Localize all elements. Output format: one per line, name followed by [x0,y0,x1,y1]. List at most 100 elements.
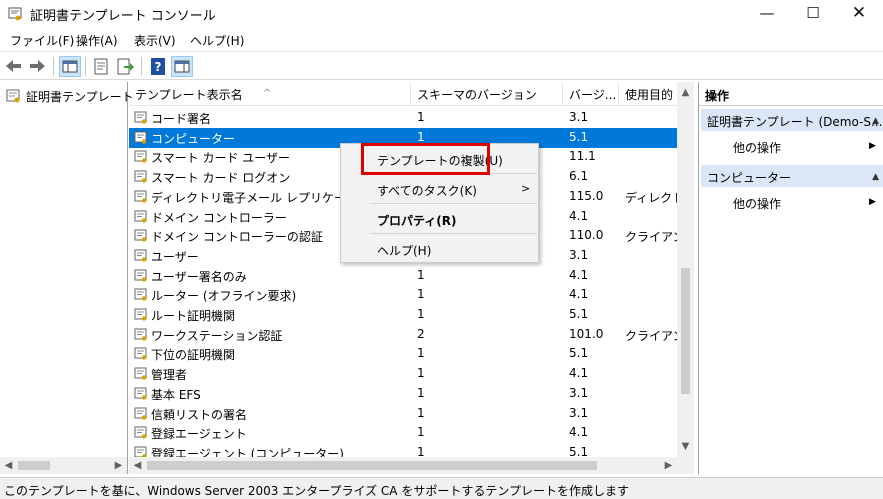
help-book-icon: ? [151,58,165,75]
menu-item-properties[interactable]: プロパティ(R) [377,212,457,229]
export-list-button[interactable] [114,56,136,77]
certificate-template-icon [134,426,147,439]
table-row[interactable]: コード署名 1 3.1 [129,108,677,128]
certificate-template-icon [134,111,147,124]
certificate-template-icon [134,407,147,420]
column-header-version[interactable]: バージ... [563,82,619,106]
scroll-right-arrow-icon[interactable]: ▶ [660,458,677,473]
menu-view[interactable]: 表示(V) [134,32,176,49]
minimize-button[interactable]: — [744,0,790,28]
maximize-button[interactable]: ☐ [790,0,836,28]
list-horizontal-scrollbar[interactable]: ◀ ▶ [129,457,677,474]
schema-version-cell: 1 [417,385,425,400]
table-row[interactable]: ルーター (オフライン要求) 1 4.1 [129,285,677,305]
list-vertical-scrollbar[interactable]: ▲ ▼ [677,82,694,457]
more-actions-link[interactable]: 他の操作 [733,195,781,212]
version-cell: 3.1 [569,247,589,262]
title-bar: 証明書テンプレート コンソール — ☐ ✕ [0,0,883,28]
certificate-template-icon [134,249,147,262]
window-title: 証明書テンプレート コンソール [30,9,216,24]
certificate-template-icon [134,150,147,164]
back-button[interactable] [3,56,25,77]
column-header-intended-purpose[interactable]: 使用目的 [619,82,677,106]
close-button[interactable]: ✕ [836,0,882,28]
table-row[interactable]: 基本 EFS 1 3.1 [129,384,677,404]
template-name-cell: 管理者 [151,368,188,383]
version-cell: 115.0 [569,188,604,203]
action-section-label: 証明書テンプレート (Demo-S... [707,115,883,129]
more-actions-link[interactable]: 他の操作 [733,139,781,156]
list-scroll-thumb[interactable] [681,268,690,394]
action-pane-title: 操作 [699,82,883,106]
tree-horizontal-scrollbar[interactable]: ◀ ▶ [0,457,127,474]
scroll-down-arrow-icon[interactable]: ▼ [677,439,694,454]
properties-toolbar-button[interactable] [90,56,112,77]
collapse-caret-icon[interactable]: ▲ [872,172,879,182]
version-cell: 5.1 [569,129,589,144]
template-name-cell: 下位の証明機関 [151,348,236,363]
version-cell: 11.1 [569,149,596,164]
export-icon [117,58,134,75]
toolbar-separator [53,57,54,76]
properties-icon [94,58,108,75]
version-cell: 101.0 [569,326,604,341]
show-hide-console-tree-button[interactable] [59,56,81,77]
certificate-template-icon [134,387,147,400]
template-name-cell: ユーザー署名のみ [151,269,247,284]
scroll-left-arrow-icon[interactable]: ◀ [0,458,17,473]
version-cell: 3.1 [569,405,589,420]
certificate-template-icon [134,229,147,242]
table-row[interactable]: ワークステーション認証 2 101.0 クライアント [129,325,677,345]
menu-item-help[interactable]: ヘルプ(H) [377,242,431,259]
version-cell: 110.0 [569,228,604,243]
show-hide-action-pane-button[interactable] [171,56,193,77]
table-row[interactable]: 下位の証明機関 1 5.1 [129,344,677,364]
template-name-cell: ワークステーション認証 [151,328,283,343]
version-cell: 4.1 [569,425,589,440]
table-row[interactable]: 信頼リストの署名 1 3.1 [129,404,677,424]
menu-separator [371,233,537,234]
status-bar: このテンプレートを基に、Windows Server 2003 エンタープライズ… [0,477,883,499]
table-row[interactable]: ユーザー署名のみ 1 4.1 [129,266,677,286]
menu-help[interactable]: ヘルプ(H) [190,32,244,49]
table-row[interactable]: ルート証明機関 1 5.1 [129,305,677,325]
table-row[interactable]: 登録エージェント 1 4.1 [129,423,677,443]
table-row[interactable]: 管理者 1 4.1 [129,364,677,384]
action-section-computer[interactable]: コンピューター ▲ [701,165,883,187]
menu-file[interactable]: ファイル(F) [10,32,74,49]
intended-purpose-cell: ディレクトリ [625,190,677,205]
template-name-cell: 信頼リストの署名 [151,407,248,422]
certificate-template-icon [134,308,147,321]
intended-purpose-cell: クライアント [625,328,677,343]
schema-version-cell: 1 [417,425,425,440]
menu-action[interactable]: 操作(A) [76,32,118,49]
scroll-up-arrow-icon[interactable]: ▲ [677,85,694,100]
collapse-caret-icon[interactable]: ▲ [872,116,879,126]
scrollbar-corner [677,457,694,474]
console-tree-icon [62,60,78,73]
certificate-template-icon [134,190,147,203]
version-cell: 3.1 [569,385,589,400]
certificate-template-icon [134,131,147,144]
certificate-template-icon [134,347,147,361]
forward-button[interactable] [26,56,48,77]
certificate-template-icon [134,210,147,223]
certificate-templates-icon [6,89,20,103]
submenu-arrow-icon: ▶ [869,141,876,151]
column-header-display-name[interactable]: ^ テンプレート表示名 [129,82,411,106]
schema-version-cell: 1 [417,307,425,321]
console-tree-pane: 証明書テンプレート ◀ ▶ [0,82,134,474]
list-hscroll-thumb[interactable] [147,461,597,470]
action-section-certificate-templates[interactable]: 証明書テンプレート (Demo-S... ▲ [701,109,883,131]
svg-text:?: ? [155,60,162,74]
menu-item-all-tasks[interactable]: すべてのタスク(K) [377,182,477,199]
scroll-right-arrow-icon[interactable]: ▶ [110,458,127,473]
scroll-left-arrow-icon[interactable]: ◀ [129,458,146,473]
schema-version-cell: 1 [417,129,425,144]
certificate-template-icon [134,288,147,301]
column-header-schema-version[interactable]: スキーマのバージョン [411,82,563,106]
action-pane: 操作 証明書テンプレート (Demo-S... ▲ 他の操作 ▶ コンピューター… [698,82,883,474]
submenu-chevron-icon: > [521,182,531,195]
tree-scroll-thumb[interactable] [18,461,50,470]
help-toolbar-button[interactable]: ? [147,56,169,77]
